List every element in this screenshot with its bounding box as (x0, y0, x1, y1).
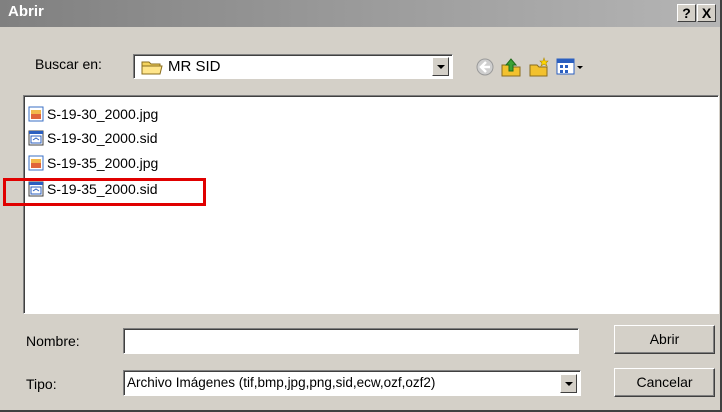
jpg-file-icon (28, 155, 44, 171)
file-item[interactable]: S-19-30_2000.sid (28, 129, 158, 147)
cancel-button[interactable]: Cancelar (614, 368, 715, 397)
open-button[interactable]: Abrir (614, 325, 715, 354)
lookin-dropdown[interactable]: MR SID (133, 54, 453, 79)
close-button[interactable]: X (697, 4, 716, 22)
file-name: S-19-30_2000.jpg (47, 106, 159, 122)
back-icon[interactable] (475, 57, 495, 77)
file-type-dropdown[interactable]: Archivo Imágenes (tif,bmp,jpg,png,sid,ec… (123, 370, 581, 396)
file-type-dropdown-button[interactable] (560, 374, 577, 393)
name-label: Nombre: (26, 333, 80, 349)
lookin-dropdown-button[interactable] (432, 57, 449, 76)
folder-icon (141, 61, 163, 75)
type-label: Tipo: (26, 376, 57, 392)
lookin-value: MR SID (168, 58, 221, 75)
title-bar: Abrir ? X (0, 0, 720, 27)
file-item[interactable]: S-19-30_2000.jpg (28, 105, 158, 123)
filename-input[interactable] (123, 328, 579, 354)
file-item[interactable]: S-19-35_2000.jpg (28, 154, 158, 172)
highlight-annotation-box (3, 178, 206, 206)
up-folder-icon[interactable] (500, 57, 522, 77)
lookin-label: Buscar en: (35, 56, 102, 72)
open-file-dialog: Abrir ? X Buscar en: MR SID S-19-30_2000… (0, 0, 722, 412)
file-name: S-19-35_2000.jpg (47, 155, 159, 171)
jpg-file-icon (28, 106, 44, 122)
window-title: Abrir (8, 3, 44, 20)
view-menu-icon[interactable] (556, 57, 584, 77)
new-folder-icon[interactable] (528, 57, 550, 77)
file-name: S-19-30_2000.sid (47, 130, 158, 146)
help-button[interactable]: ? (677, 4, 696, 22)
sid-file-icon (28, 130, 44, 146)
file-type-value: Archivo Imágenes (tif,bmp,jpg,png,sid,ec… (127, 375, 436, 390)
